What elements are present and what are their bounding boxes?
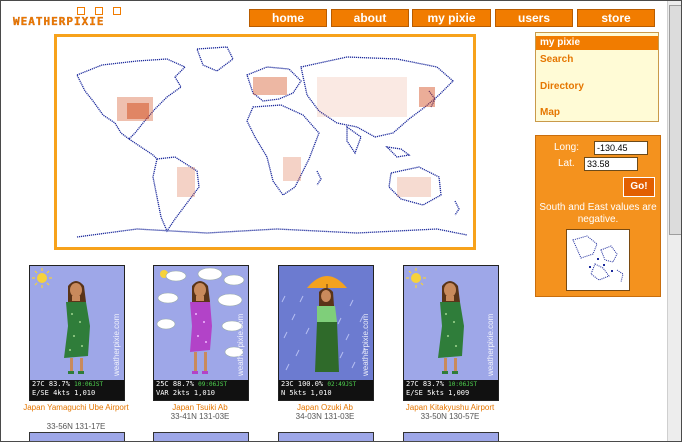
coordinate-hint: South and East values are negative. xyxy=(539,202,657,225)
logo-pixel-icon xyxy=(77,7,85,15)
pixie-coordinates: 33-41N 131-03E xyxy=(170,412,230,421)
pixie-illustration xyxy=(281,276,366,372)
pixie-wind-pressure: E/SE 4kts 1,010 xyxy=(32,389,96,397)
pixie-time: 02:49JST xyxy=(327,381,357,388)
pixie-illustration xyxy=(406,268,464,374)
pixie-location-link[interactable]: Japan Kitakyushu Airport xyxy=(380,403,520,412)
lat-label: Lat. xyxy=(558,158,575,169)
sun-icon xyxy=(406,268,426,288)
pixie-wind-pressure: N 5kts 1,010 xyxy=(281,389,332,397)
pixie-illustration xyxy=(32,268,90,374)
world-map-graphic xyxy=(76,46,468,238)
pixie-location-link[interactable]: Japan Yamaguchi Ube Airport xyxy=(6,403,146,412)
pixie-time: 10:06JST xyxy=(74,381,104,388)
side-item-search[interactable]: Search xyxy=(536,53,658,67)
pixie-coordinates: 33-50N 130-57E xyxy=(420,412,480,421)
pixie-coordinates: 34-03N 131-03E xyxy=(295,412,355,421)
pixie-coordinates: 33-56N 131-17E xyxy=(46,422,106,431)
lat-input[interactable] xyxy=(584,157,638,171)
pixie-card[interactable]: weatherpixie.com 27C 83.7% 10:06JST E/SE… xyxy=(403,265,499,401)
pixie-time: 10:06JST xyxy=(448,381,478,388)
pixie-card[interactable] xyxy=(278,432,374,441)
logo-pixel-icon xyxy=(95,7,103,15)
pixie-card[interactable]: weatherpixie.com 25C 88.7% 09:06JST VAR … xyxy=(153,265,249,401)
side-item-map[interactable]: Map xyxy=(536,106,658,120)
pixie-figure xyxy=(190,281,212,374)
coordinate-search-panel: Long: Lat. Go! South and East values are… xyxy=(535,135,661,297)
pixie-watermark: weatherpixie.com xyxy=(112,313,121,376)
long-input[interactable] xyxy=(594,141,648,155)
nav-about[interactable]: about xyxy=(331,9,409,27)
mini-map-graphic xyxy=(572,235,624,283)
pixie-card[interactable]: weatherpixie.com 27C 83.7% 10:06JST E/SE… xyxy=(29,265,125,401)
pixie-watermark: weatherpixie.com xyxy=(236,313,245,376)
weatherpixie-logo[interactable]: WEATHERPIXIE xyxy=(13,7,135,29)
nav-home[interactable]: home xyxy=(249,9,327,27)
pixie-wind-pressure: E/SE 5kts 1,009 xyxy=(406,389,470,397)
pixie-location-link[interactable]: Japan Ozuki Ab xyxy=(255,403,395,412)
scrollbar-thumb[interactable] xyxy=(669,5,681,235)
pixie-figure xyxy=(438,281,464,374)
pixie-figure xyxy=(64,281,90,374)
pixie-card[interactable] xyxy=(153,432,249,441)
go-button[interactable]: Go! xyxy=(623,177,655,197)
pixie-wind-pressure: VAR 2kts 1,010 xyxy=(156,389,216,397)
nav-users[interactable]: users xyxy=(495,9,573,27)
pixie-weather-data: 27C 83.7% 10:06JST E/SE 4kts 1,010 xyxy=(30,380,124,400)
pixie-temp-humidity: 27C 83.7% xyxy=(32,380,70,388)
pixie-weather-data: 27C 83.7% 10:06JST E/SE 5kts 1,009 xyxy=(404,380,498,400)
pixie-weather-data: 25C 88.7% 09:06JST VAR 2kts 1,010 xyxy=(154,380,248,400)
vertical-scrollbar[interactable] xyxy=(667,1,681,441)
sun-icon xyxy=(32,268,52,288)
mini-map[interactable] xyxy=(566,229,630,291)
logo-pixel-icon xyxy=(113,7,121,15)
pixie-weather-data: 23C 100.0% 02:49JST N 5kts 1,010 xyxy=(279,380,373,400)
side-item-my-pixie[interactable]: my pixie xyxy=(536,36,658,50)
logo-text: WEATHERPIXIE xyxy=(13,15,105,28)
pixie-temp-humidity: 27C 83.7% xyxy=(406,380,444,388)
page-frame: WEATHERPIXIE home about my pixie users s… xyxy=(0,0,682,442)
pixie-card[interactable] xyxy=(403,432,499,441)
world-map[interactable] xyxy=(54,34,476,250)
pixie-watermark: weatherpixie.com xyxy=(361,313,370,376)
nav-store[interactable]: store xyxy=(577,9,655,27)
continent-outlines xyxy=(76,46,468,238)
pixie-watermark: weatherpixie.com xyxy=(486,313,495,376)
pixie-time: 09:06JST xyxy=(198,381,228,388)
long-label: Long: xyxy=(554,142,580,153)
pixie-card[interactable]: weatherpixie.com 23C 100.0% 02:49JST N 5… xyxy=(278,265,374,401)
pixie-figure xyxy=(315,288,339,372)
pixie-temp-humidity: 25C 88.7% xyxy=(156,380,194,388)
pixie-illustration xyxy=(156,267,245,374)
pixie-location-link[interactable]: Japan Tsuiki Ab xyxy=(130,403,270,412)
pixie-temp-humidity: 23C 100.0% xyxy=(281,380,324,388)
station-dots xyxy=(117,77,435,197)
pixie-card[interactable] xyxy=(29,432,125,441)
side-menu: my pixie Search Directory Map xyxy=(535,32,659,122)
nav-my-pixie[interactable]: my pixie xyxy=(412,9,491,27)
side-item-directory[interactable]: Directory xyxy=(536,80,658,94)
